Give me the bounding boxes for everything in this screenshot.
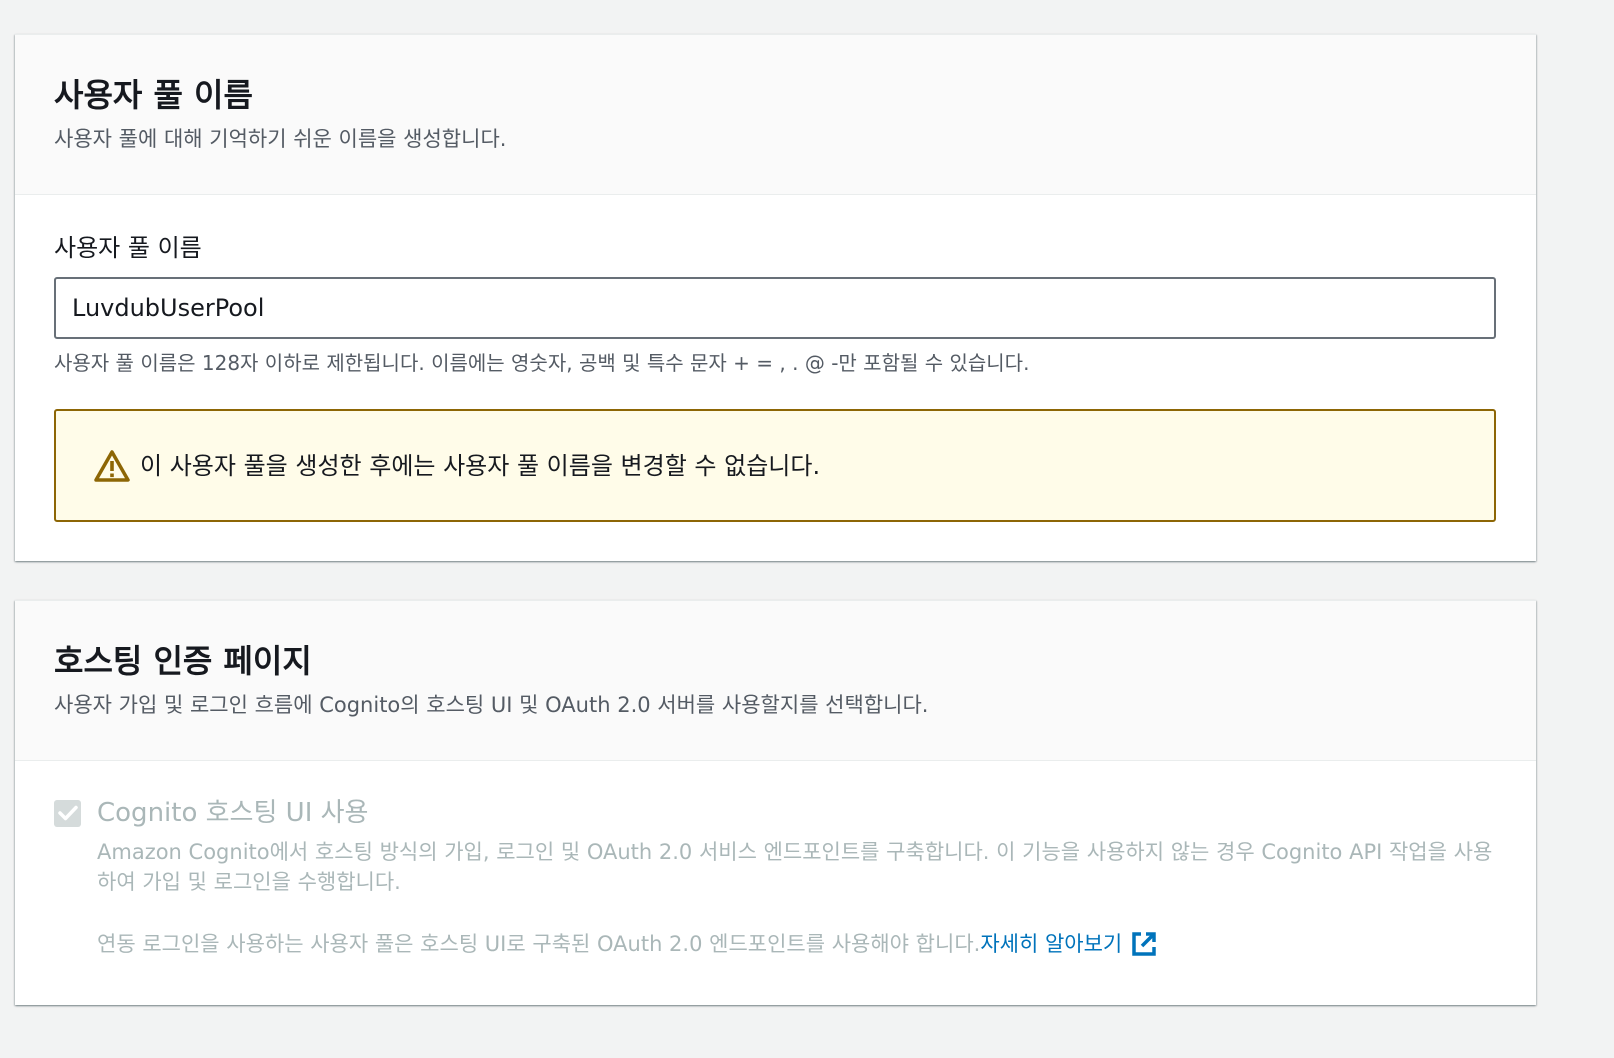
user-pool-name-hint: 사용자 풀 이름은 128자 이하로 제한됩니다. 이름에는 영숫자, 공백 및…	[54, 351, 1030, 375]
user-pool-name-input[interactable]	[54, 277, 1496, 339]
hosted-auth-header: 호스팅 인증 페이지 사용자 가입 및 로그인 흐름에 Cognito의 호스팅…	[15, 601, 1536, 761]
hosted-ui-checkbox-row[interactable]: Cognito 호스팅 UI 사용	[54, 797, 368, 829]
hosted-ui-checkbox[interactable]	[54, 799, 81, 827]
user-pool-name-panel: 사용자 풀 이름 사용자 풀에 대해 기억하기 쉬운 이름을 생성합니다. 사용…	[15, 34, 1536, 561]
external-link-icon	[1130, 930, 1158, 958]
learn-more-label: 자세히 알아보기	[980, 932, 1123, 956]
hosted-ui-checkbox-description: Amazon Cognito에서 호스팅 방식의 가입, 로그인 및 OAuth…	[97, 840, 1493, 894]
warning-alert: 이 사용자 풀을 생성한 후에는 사용자 풀 이름을 변경할 수 없습니다.	[54, 409, 1496, 522]
hosted-auth-panel: 호스팅 인증 페이지 사용자 가입 및 로그인 흐름에 Cognito의 호스팅…	[15, 600, 1536, 1005]
hosted-ui-checkbox-label: Cognito 호스팅 UI 사용	[97, 798, 369, 828]
user-pool-name-field-label: 사용자 풀 이름	[54, 234, 202, 262]
checkmark-icon	[57, 805, 78, 821]
user-pool-name-description: 사용자 풀에 대해 기억하기 쉬운 이름을 생성합니다.	[54, 127, 507, 151]
hosted-auth-description: 사용자 가입 및 로그인 흐름에 Cognito의 호스팅 UI 및 OAuth…	[54, 693, 929, 717]
warning-triangle-icon	[94, 449, 130, 483]
hosted-auth-title: 호스팅 인증 페이지	[54, 642, 312, 680]
federation-note-text: 연동 로그인을 사용하는 사용자 풀은 호스팅 UI로 구축된 OAuth 2.…	[97, 932, 981, 956]
warning-alert-text: 이 사용자 풀을 생성한 후에는 사용자 풀 이름을 변경할 수 없습니다.	[140, 451, 821, 480]
user-pool-name-header: 사용자 풀 이름 사용자 풀에 대해 기억하기 쉬운 이름을 생성합니다.	[15, 35, 1536, 195]
learn-more-link[interactable]: 자세히 알아보기	[980, 929, 1158, 959]
federation-note: 연동 로그인을 사용하는 사용자 풀은 호스팅 UI로 구축된 OAuth 2.…	[97, 929, 1158, 959]
user-pool-name-title: 사용자 풀 이름	[54, 76, 253, 114]
